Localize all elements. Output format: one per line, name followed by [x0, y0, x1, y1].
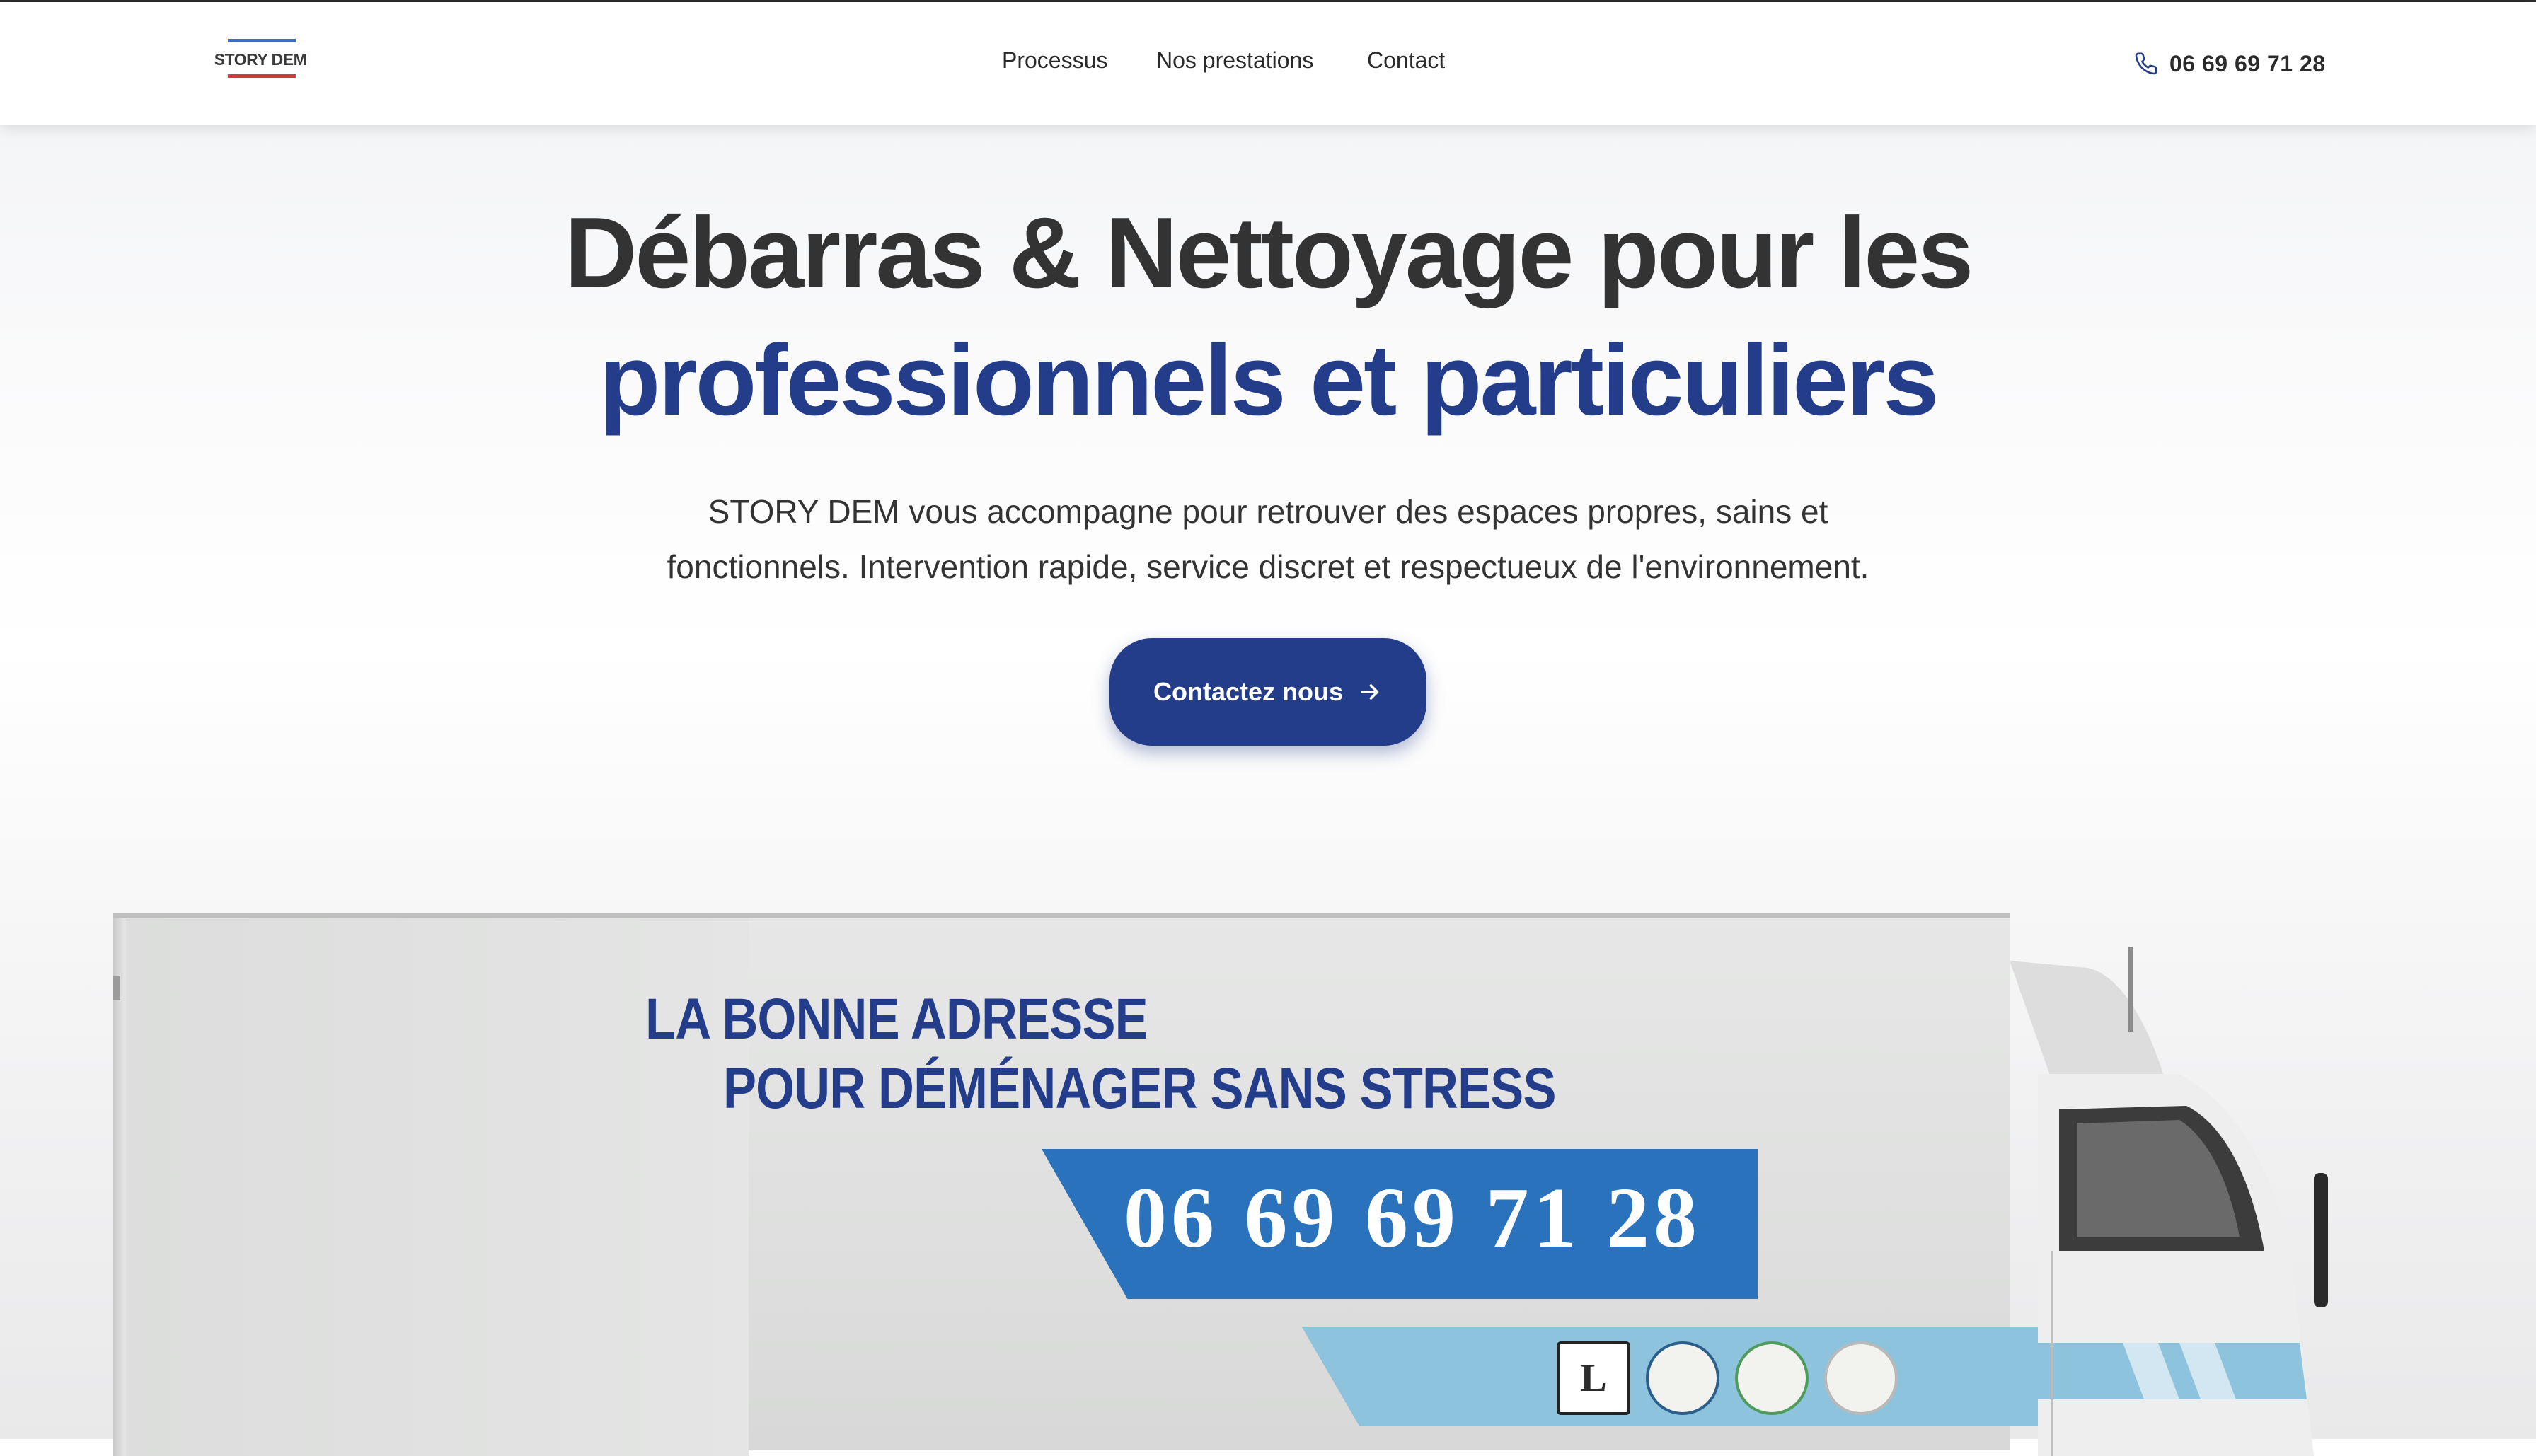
truck-badges: L	[1557, 1336, 1913, 1421]
contact-cta-button[interactable]: Contactez nous	[1110, 638, 1426, 746]
hero-subtitle-line2: fonctionnels. Intervention rapide, servi…	[667, 548, 1869, 585]
nav-item-contact[interactable]: Contact	[1367, 47, 1445, 74]
label-badge-icon: L	[1557, 1341, 1630, 1415]
truck-cab	[2010, 947, 2328, 1456]
hero-title: Débarras & Nettoyage pour les profession…	[0, 190, 2536, 444]
truck-image: LA BONNE ADRESSE POUR DÉMÉNAGER SANS STR…	[0, 899, 2536, 1456]
nav-item-nos-prestations[interactable]: Nos prestations	[1156, 47, 1313, 74]
truck-latch	[113, 976, 120, 1000]
truck-slogan-line1: LA BONNE ADRESSE	[645, 987, 1148, 1051]
site-header: STORY DEM Processus Nos prestations Cont…	[0, 2, 2536, 125]
seal-badge-icon	[1646, 1341, 1719, 1415]
hero-title-line1: Débarras & Nettoyage pour les	[564, 197, 1973, 309]
truck-cargo-box: LA BONNE ADRESSE POUR DÉMÉNAGER SANS STR…	[113, 913, 2123, 1456]
truck-phone-number: 06 69 69 71 28	[1124, 1170, 1701, 1266]
header-phone-number: 06 69 69 71 28	[2169, 50, 2326, 76]
truck-slogan-line2: POUR DÉMÉNAGER SANS STRESS	[723, 1056, 1557, 1121]
nav-item-processus[interactable]: Processus	[1002, 47, 1107, 74]
logo-top-bar	[228, 39, 296, 42]
hero-subtitle: STORY DEM vous accompagne pour retrouver…	[631, 484, 1905, 594]
phone-icon	[2135, 52, 2157, 75]
arrow-right-icon	[1361, 684, 1379, 700]
hero-title-line2: professionnels et particuliers	[599, 324, 1940, 437]
truck-phone-banner: 06 69 69 71 28	[1042, 1149, 1758, 1299]
eco-badge-icon	[1735, 1341, 1809, 1415]
header-phone-link[interactable]: 06 69 69 71 28	[2134, 46, 2326, 81]
hero-subtitle-line1: STORY DEM vous accompagne pour retrouver…	[708, 493, 1828, 530]
contact-cta-label: Contactez nous	[1153, 677, 1343, 706]
quality-badge-icon	[1824, 1341, 1898, 1415]
